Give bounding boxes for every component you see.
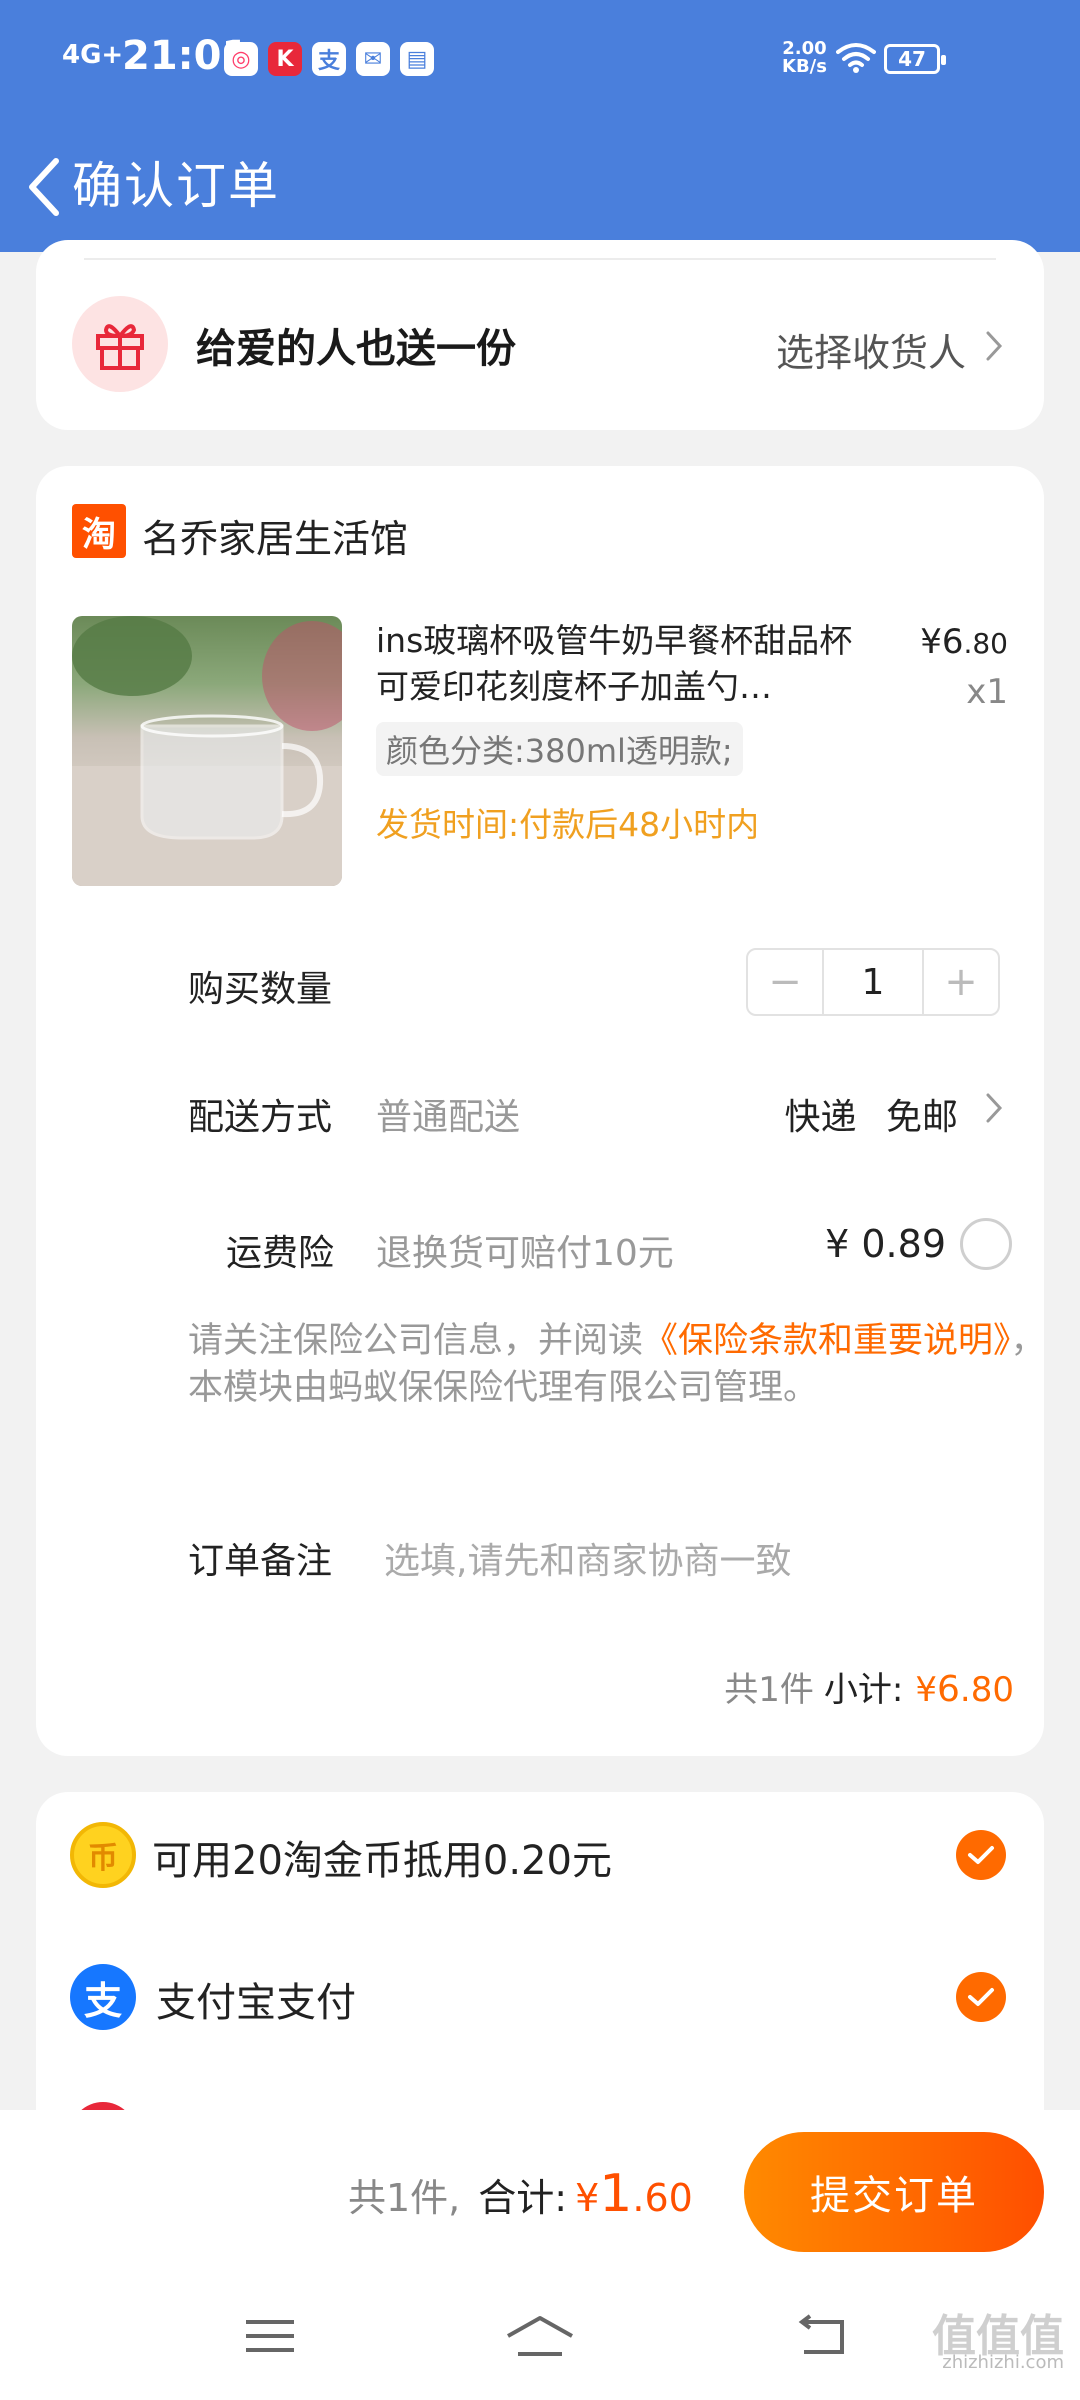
chevron-right-icon[interactable] (974, 1088, 1014, 1128)
alipay-icon: 支 (70, 1964, 136, 2030)
back-icon (798, 2314, 844, 2354)
subtotal-label: 小计: (823, 1670, 904, 1710)
chevron-left-icon (29, 158, 59, 216)
price-int: 6 (941, 622, 964, 662)
check-icon (968, 1846, 994, 1864)
notice-text-before: 请关注保险公司信息，并阅读 (188, 1321, 644, 1361)
coin-checkbox[interactable] (956, 1830, 1006, 1880)
remark-label: 订单备注 (188, 1541, 333, 1582)
insurance-radio[interactable] (960, 1218, 1012, 1270)
order-total: 共1件, 合计: ¥1.60 (348, 2164, 693, 2224)
watermark: zhizhizhi.com (942, 2352, 1064, 2373)
insurance-terms-link[interactable]: 《保险条款和重要说明》 (643, 1321, 1011, 1361)
taobao-coin-icon: 币 (70, 1822, 136, 1888)
subtotal: 共1件 小计: ¥6.80 (724, 1662, 1014, 1711)
quantity-value[interactable]: 1 (822, 950, 924, 1014)
total-int: 1 (599, 2164, 633, 2224)
bottom-bar: 共1件, 合计: ¥1.60 提交订单 (0, 2110, 1080, 2400)
subtotal-amount: ¥6.80 (915, 1669, 1014, 1710)
status-bar: 4G+ 21:01 ◎ K 支 ✉ ▤ 2.00 KB/s 47 (0, 0, 1080, 122)
app-icon-1: ◎ (224, 42, 258, 76)
chevron-right-icon[interactable] (974, 326, 1014, 366)
price-symbol: ¥ (920, 622, 942, 662)
increase-button[interactable]: + (924, 950, 998, 1014)
network-speed: 2.00 KB/s (782, 40, 827, 76)
insurance-label: 运费险 (226, 1233, 335, 1274)
home-icon (507, 2316, 573, 2356)
page-title: 确认订单 (72, 157, 280, 215)
check-icon (968, 1988, 994, 2006)
alipay-text: 支付宝支付 (156, 1980, 356, 2026)
alipay-checkbox[interactable] (956, 1972, 1006, 2022)
select-recipient-button[interactable]: 选择收货人 (776, 322, 966, 377)
coin-deduction-text: 可用20淘金币抵用0.20元 (152, 1838, 612, 1884)
total-label: 合计: (478, 2176, 568, 2220)
gift-card: 给爱的人也送一份 选择收货人 (36, 240, 1044, 430)
mail-icon: ▤ (400, 42, 434, 76)
divider (84, 258, 996, 260)
back-button[interactable] (18, 152, 68, 222)
product-image[interactable] (72, 616, 342, 886)
price-dec: .80 (963, 627, 1008, 660)
product-title[interactable]: ins玻璃杯吸管牛奶早餐杯甜品杯可爱印花刻度杯子加盖勺… (376, 618, 856, 710)
gift-title: 给爱的人也送一份 (196, 326, 516, 372)
shop-name[interactable]: 名乔家居生活馆 (142, 508, 408, 563)
quantity-stepper: − 1 + (746, 948, 1000, 1016)
subtotal-count: 共1件 (724, 1670, 814, 1710)
speed-unit: KB/s (782, 56, 827, 77)
submit-order-button[interactable]: 提交订单 (744, 2132, 1044, 2252)
delivery-value[interactable]: 快递 免邮 (785, 1088, 958, 1140)
gift-icon (72, 296, 168, 392)
back-nav-button[interactable] (784, 2306, 864, 2366)
insurance-sub: 退换货可赔付10元 (376, 1233, 674, 1274)
order-card: 淘 名乔家居生活馆 ins玻璃杯吸管牛奶早餐杯甜品杯可爱印花刻度杯子加盖勺… ¥… (36, 466, 1046, 1756)
gift-box-icon (96, 324, 144, 370)
menu-icon (246, 2320, 294, 2352)
notification-icons: ◎ K 支 ✉ ▤ (224, 42, 434, 76)
message-icon: ✉ (356, 42, 390, 76)
product-sku[interactable]: 颜色分类:380ml透明款; (376, 722, 743, 776)
product-price: ¥6.80 (920, 622, 1008, 662)
subtotal-int: 6 (937, 1669, 960, 1710)
subtotal-dec: .80 (959, 1670, 1014, 1710)
delivery-sub: 普通配送 (376, 1097, 521, 1138)
battery-icon: 47 (884, 44, 946, 74)
app-icon-2: K (268, 42, 302, 76)
subtotal-symbol: ¥ (915, 1670, 938, 1710)
total-count: 共1件, (348, 2176, 461, 2220)
ship-time: 发货时间:付款后48小时内 (376, 805, 760, 844)
menu-nav-button[interactable] (230, 2306, 310, 2366)
product-qty: x1 (966, 672, 1008, 712)
total-dec: .60 (632, 2176, 693, 2220)
top-bar: 4G+ 21:01 ◎ K 支 ✉ ▤ 2.00 KB/s 47 确认订单 (0, 0, 1080, 252)
decrease-button[interactable]: − (748, 950, 822, 1014)
insurance-notice: 请关注保险公司信息，并阅读《保险条款和重要说明》，本模块由蚂蚁保保险代理有限公司… (188, 1318, 1048, 1412)
quantity-label: 购买数量 (188, 969, 333, 1010)
remark-input[interactable]: 选填,请先和商家协商一致 (384, 1532, 791, 1584)
alipay-icon: 支 (312, 42, 346, 76)
insurance-price: ¥ 0.89 (825, 1222, 946, 1266)
wifi-icon (836, 43, 876, 73)
home-nav-button[interactable] (500, 2306, 580, 2366)
network-indicator: 4G+ (62, 40, 124, 70)
delivery-label: 配送方式 (188, 1097, 333, 1138)
glass-cup-image (72, 616, 342, 886)
total-amount: ¥1.60 (575, 2164, 693, 2224)
taobao-shop-icon: 淘 (72, 504, 126, 558)
page-header: 确认订单 (0, 122, 1080, 252)
total-symbol: ¥ (575, 2176, 600, 2220)
